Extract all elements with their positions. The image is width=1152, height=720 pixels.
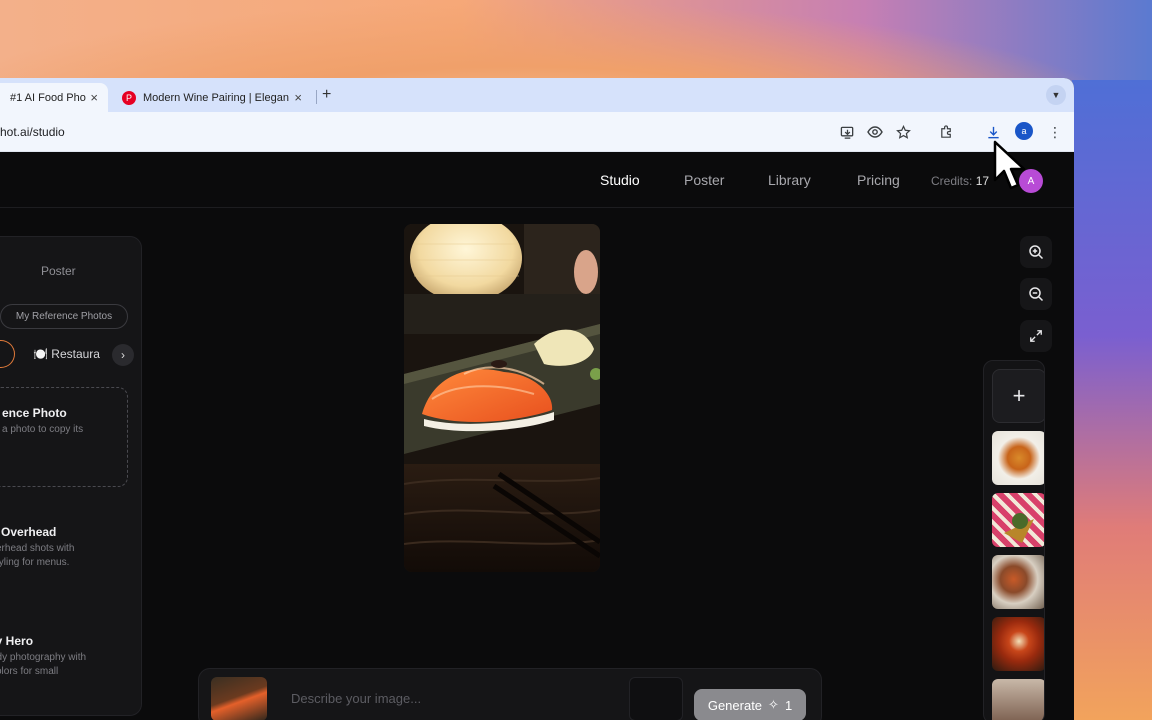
generate-button[interactable]: Generate ✧ 1 [694, 689, 806, 720]
tab-strip: #1 AI Food Pho × P Modern Wine Pairing |… [0, 78, 1074, 112]
category-chip-selected[interactable] [0, 340, 15, 368]
studio-app: Studio Poster Library Pricing Credits: 1… [0, 152, 1074, 720]
tab-title: #1 AI Food Pho [10, 91, 86, 104]
nav-studio[interactable]: Studio [600, 172, 640, 188]
download-icon[interactable] [984, 123, 1002, 141]
reference-card-desc: a photo to copy its [2, 424, 84, 435]
close-tab-icon[interactable]: × [294, 90, 302, 105]
tab-search-chevron-icon[interactable]: ▼ [1046, 85, 1066, 105]
style-overhead-title[interactable]: e Overhead [0, 525, 56, 539]
fullscreen-icon[interactable] [1020, 320, 1052, 352]
history-thumbnail[interactable] [992, 431, 1044, 485]
nav-pricing[interactable]: Pricing [857, 172, 900, 188]
history-thumbnails: + [983, 360, 1045, 720]
address-bar: hot.ai/studio a ⋮ [0, 112, 1074, 152]
reference-photos-button[interactable]: My Reference Photos [0, 304, 128, 329]
tab-wine-pairing[interactable]: P Modern Wine Pairing | Elegan × [112, 83, 312, 112]
zoom-out-icon[interactable] [1020, 278, 1052, 310]
eye-icon[interactable] [866, 123, 884, 141]
nav-poster[interactable]: Poster [684, 172, 724, 188]
prompt-input[interactable] [291, 691, 611, 706]
new-tab-button[interactable]: + [322, 86, 331, 104]
reference-thumbnail[interactable] [211, 677, 267, 720]
reference-card-title: ence Photo [2, 406, 67, 420]
history-thumbnail[interactable] [992, 555, 1044, 609]
zoom-in-icon[interactable] [1020, 236, 1052, 268]
attachment-slot[interactable] [629, 677, 683, 720]
history-thumbnail[interactable] [992, 617, 1044, 671]
style-hero-desc: ady photography with colors for small . [0, 652, 87, 677]
generate-cost: 1 [784, 697, 793, 713]
mouse-cursor-icon [993, 140, 1026, 190]
install-icon[interactable] [838, 123, 856, 141]
extensions-icon[interactable] [937, 123, 955, 141]
tab-food-photo[interactable]: #1 AI Food Pho × [0, 83, 108, 112]
nav-library[interactable]: Library [768, 172, 811, 188]
tab-poster[interactable]: Poster [41, 264, 76, 278]
url-text[interactable]: hot.ai/studio [0, 125, 65, 139]
credits-value: 17 [975, 174, 990, 188]
left-panel: Poster My Reference Photos 🍽️ Restaura ›… [0, 236, 142, 716]
history-thumbnail[interactable] [992, 679, 1044, 720]
sparkle-icon: ✧ [768, 697, 779, 712]
star-icon[interactable] [894, 123, 912, 141]
history-thumbnail[interactable] [992, 493, 1044, 547]
more-icon[interactable]: ⋮ [1046, 123, 1064, 141]
wallpaper-right [1072, 80, 1152, 720]
pinterest-icon: P [122, 90, 136, 105]
tab-divider [316, 90, 317, 104]
tab-title: Modern Wine Pairing | Elegan [143, 91, 289, 104]
reference-photo-card[interactable]: ence Photo a photo to copy its [0, 387, 128, 487]
browser-window: #1 AI Food Pho × P Modern Wine Pairing |… [0, 78, 1074, 720]
category-chip-restaurant[interactable]: 🍽️ Restaura [33, 347, 100, 361]
add-image-button[interactable]: + [992, 369, 1044, 423]
top-nav: Studio Poster Library Pricing Credits: 1… [0, 152, 1074, 208]
credits-label: Credits: [931, 174, 973, 188]
style-hero-title[interactable]: ry Hero [0, 634, 33, 648]
close-tab-icon[interactable]: × [90, 90, 98, 105]
profile-avatar[interactable]: a [1015, 122, 1033, 140]
style-overhead-desc: verhead shots with styling for menus. [0, 543, 75, 568]
generate-label: Generate [707, 697, 763, 713]
prompt-bar: Generate ✧ 1 [198, 668, 822, 720]
chevron-right-icon[interactable]: › [112, 344, 134, 366]
generated-sushi-photo[interactable] [404, 224, 600, 572]
credits-display: Credits: 17 [931, 174, 989, 188]
